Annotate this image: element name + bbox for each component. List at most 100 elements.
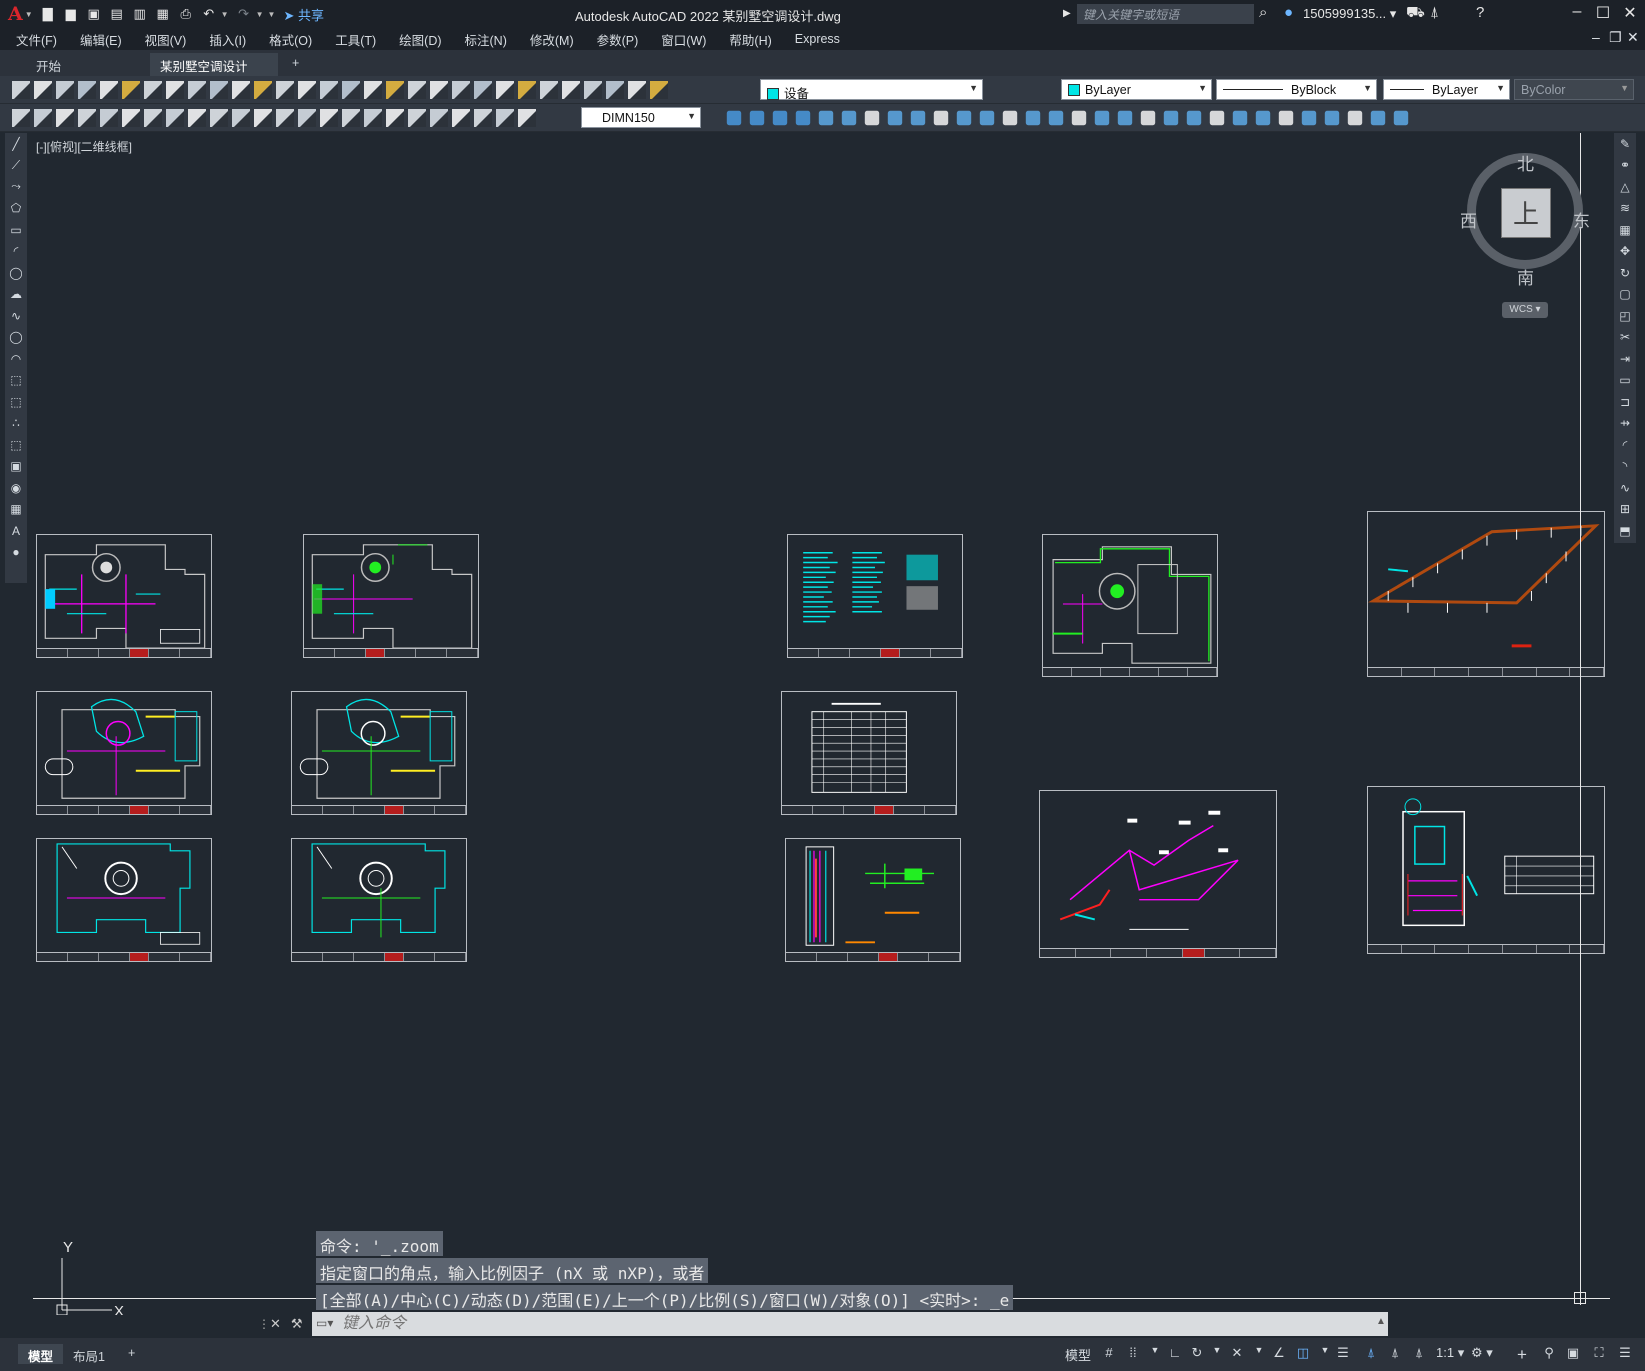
draw-tool-icon[interactable]: ∴ [5,413,27,435]
sheet-system-diagram[interactable] [1039,790,1277,958]
modify-tool-icon[interactable] [841,110,857,126]
menu-view[interactable]: 视图(V) [145,30,187,49]
user-icon[interactable]: ● [1284,4,1293,21]
autoscale-icon[interactable]: ⍋ [1386,1345,1404,1365]
search-input[interactable]: 键入关键字或短语 [1077,4,1254,24]
redo-dropdown-icon[interactable]: ▼ [256,10,264,19]
modify-tool-icon[interactable] [1370,110,1386,126]
modify-tool-icon[interactable]: ⇥ [1614,348,1636,370]
toolbar2-tool-icon[interactable] [320,109,338,127]
modify-tool-icon[interactable] [887,110,903,126]
viewport-controls[interactable]: [-][俯视][二维线框] [36,138,132,155]
toolbar1-tool-icon[interactable] [628,81,646,99]
snap-dropdown-icon[interactable]: ▼ [1146,1345,1164,1365]
menu-parametric[interactable]: 参数(P) [597,30,639,49]
plot-icon[interactable]: ⎙ [175,3,197,25]
draw-tool-icon[interactable]: ∿ [5,305,27,327]
draw-tool-icon[interactable]: ◯ [5,262,27,284]
modify-tool-icon[interactable] [1255,110,1271,126]
new-file-icon[interactable]: ▇ [37,3,59,25]
modify-tool-icon[interactable] [1209,110,1225,126]
sheet-floor-plan-6[interactable] [36,838,212,962]
user-account[interactable]: 1505999135... ▾ [1303,6,1396,22]
customize-qat-icon[interactable]: ▼ [268,10,276,19]
toolbar1-tool-icon[interactable] [540,81,558,99]
modify-tool-icon[interactable] [1163,110,1179,126]
toolbar2-tool-icon[interactable] [342,109,360,127]
modify-tool-icon[interactable] [1393,110,1409,126]
doc-restore-button[interactable]: ❐ [1609,29,1622,46]
draw-tool-icon[interactable]: ╱ [5,133,27,155]
clean-screen-icon[interactable]: ⛶ [1590,1345,1608,1365]
menu-edit[interactable]: 编辑(E) [80,30,122,49]
sheet-piping-detail[interactable] [1367,786,1605,954]
sheet-floor-plan-3[interactable] [1042,534,1218,677]
ortho-icon[interactable]: ∟ [1166,1345,1184,1365]
toolbar1-tool-icon[interactable] [342,81,360,99]
sheet-design-notes[interactable] [787,534,963,658]
draw-tool-icon[interactable]: ▭ [5,219,27,241]
toolbar2-tool-icon[interactable] [144,109,162,127]
toolbar2-tool-icon[interactable] [188,109,206,127]
sheet-floor-plan-1[interactable] [36,534,212,658]
polar-dropdown-icon[interactable]: ▼ [1208,1345,1226,1365]
linetype-dropdown[interactable]: ByBlock ▼ [1216,79,1377,100]
compass-east[interactable]: 东 [1573,207,1590,232]
open-file-icon[interactable]: ▆ [60,3,82,25]
toolbar2-tool-icon[interactable] [166,109,184,127]
modify-tool-icon[interactable] [933,110,949,126]
toolbar2-tool-icon[interactable] [232,109,250,127]
draw-tool-icon[interactable]: ⬚ [5,434,27,456]
toolbar1-tool-icon[interactable] [584,81,602,99]
draw-tool-icon[interactable]: ⬚ [5,370,27,392]
sheet-floor-plan-2[interactable] [303,534,479,658]
polar-icon[interactable]: ↻ [1188,1345,1206,1365]
toolbar1-tool-icon[interactable] [562,81,580,99]
command-expand-icon[interactable]: ▲ [1376,1316,1386,1327]
modify-tool-icon[interactable] [1301,110,1317,126]
wcs-menu[interactable]: WCS ▾ [1502,302,1548,318]
toolbar2-tool-icon[interactable] [276,109,294,127]
modify-tool-icon[interactable] [795,110,811,126]
annotation-scale-icon[interactable]: ⍋ [1410,1345,1428,1365]
compass-south[interactable]: 南 [1517,264,1534,289]
modify-tool-icon[interactable]: ⇸ [1614,413,1636,435]
toolbar1-tool-icon[interactable] [364,81,382,99]
layout-tab-layout1[interactable]: 布局1 [63,1344,115,1364]
draw-tool-icon[interactable]: ◯ [5,327,27,349]
dimstyle-dropdown[interactable]: DIMN150 ▼ [581,107,701,128]
draw-tool-icon[interactable]: ▣ [5,456,27,478]
undo-icon[interactable]: ↶ [198,3,220,25]
cart-icon[interactable]: ⛟ [1406,4,1425,23]
layout-tab-model[interactable]: 模型 [18,1344,64,1364]
compass-west[interactable]: 西 [1460,207,1477,232]
toolbar2-tool-icon[interactable] [364,109,382,127]
sheet-equipment-table[interactable] [781,691,957,815]
modify-tool-icon[interactable] [910,110,926,126]
toolbar1-tool-icon[interactable] [386,81,404,99]
open-web-icon[interactable]: ▥ [129,3,151,25]
toolbar2-tool-icon[interactable] [210,109,228,127]
modify-tool-icon[interactable] [749,110,765,126]
command-close-icon[interactable]: ✕ [270,1316,281,1332]
search-icon[interactable]: ⌕ [1259,4,1267,21]
toolbar2-tool-icon[interactable] [56,109,74,127]
new-tab-button[interactable]: + [282,53,309,76]
toolbar1-tool-icon[interactable] [56,81,74,99]
draw-tool-icon[interactable]: A [5,520,27,542]
modify-tool-icon[interactable] [1186,110,1202,126]
modify-tool-icon[interactable] [1278,110,1294,126]
modify-tool-icon[interactable] [1324,110,1340,126]
toolbar1-tool-icon[interactable] [122,81,140,99]
modify-tool-icon[interactable] [1048,110,1064,126]
sheet-floor-plan-4[interactable] [36,691,212,815]
draw-tool-icon[interactable]: ⬠ [5,198,27,220]
toolbar2-tool-icon[interactable] [100,109,118,127]
command-grip-icon[interactable]: ⋮ [258,1317,270,1331]
modify-tool-icon[interactable]: ◰ [1614,305,1636,327]
save-as-icon[interactable]: ▤ [106,3,128,25]
sheet-riser-detail[interactable] [785,838,961,962]
command-recent-icon[interactable]: ▭▾ [316,1316,333,1330]
modify-tool-icon[interactable]: ⚭ [1614,155,1636,177]
tab-drawing[interactable]: 某别墅空调设计*✕ [150,53,278,90]
